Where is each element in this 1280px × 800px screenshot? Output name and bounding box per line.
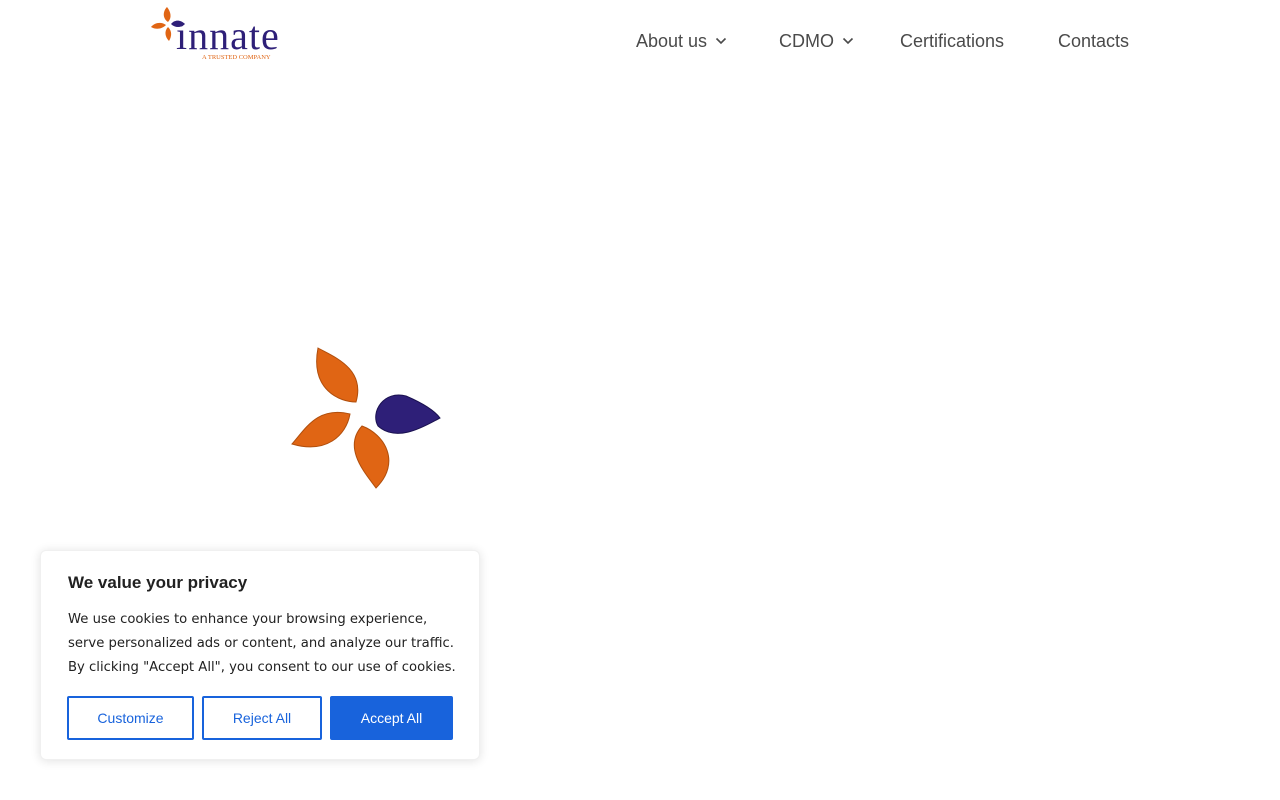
cookie-description: We use cookies to enhance your browsing … (68, 612, 456, 675)
nav-item-certifications[interactable]: Certifications (900, 29, 1004, 53)
nav-item-about-us[interactable]: About us (636, 29, 727, 53)
nav-item-contacts[interactable]: Contacts (1058, 29, 1129, 53)
flower-logo-icon (291, 347, 441, 489)
site-header: innate A TRUSTED COMPANY About us CDMO C… (0, 0, 1280, 82)
nav-label: CDMO (779, 30, 834, 51)
accept-all-button[interactable]: Accept All (330, 696, 453, 740)
customize-button[interactable]: Customize (67, 696, 194, 740)
cookie-consent-banner: We value your privacy We use cookies to … (40, 550, 480, 760)
page-loader (288, 344, 444, 492)
logo-tagline: A TRUSTED COMPANY (202, 54, 271, 61)
nav-label: Certifications (900, 30, 1005, 51)
chevron-down-icon (715, 37, 727, 45)
reject-all-button[interactable]: Reject All (202, 696, 322, 740)
nav-label: About us (636, 30, 708, 51)
chevron-down-icon (842, 37, 854, 45)
main-nav: About us CDMO Certifications Contacts (0, 29, 1280, 53)
nav-label: Contacts (1058, 30, 1130, 51)
cookie-title: We value your privacy (68, 573, 248, 592)
nav-item-cdmo[interactable]: CDMO (779, 29, 854, 53)
